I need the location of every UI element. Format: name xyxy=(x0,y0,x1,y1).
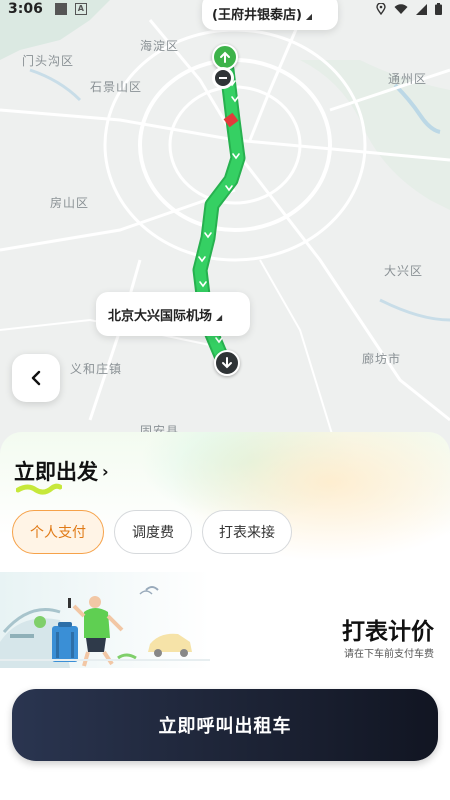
back-button[interactable] xyxy=(12,354,60,402)
current-location-icon xyxy=(212,67,234,89)
status-bar: 3:06 A xyxy=(0,0,450,18)
payment-option-dispatch-fee[interactable]: 调度费 xyxy=(114,510,192,554)
signal-icon xyxy=(416,3,427,15)
district-label: 房山区 xyxy=(50,196,90,210)
caret-icon: ◢ xyxy=(216,313,223,322)
map-view[interactable]: 门头沟区 海淀区 石景山区 通州区 房山区 大兴区 义和庄镇 廊坊市 固安县 (… xyxy=(0,0,450,470)
pricing-subtitle: 请在下车前支付车费 xyxy=(344,649,434,660)
call-taxi-button[interactable]: 立即呼叫出租车 xyxy=(12,689,438,761)
payment-option-personal[interactable]: 个人支付 xyxy=(12,510,104,554)
district-label: 门头沟区 xyxy=(22,54,75,68)
wifi-icon xyxy=(394,3,408,14)
district-label: 廊坊市 xyxy=(362,352,402,366)
district-label: 海淀区 xyxy=(140,39,180,53)
pricing-title: 打表计价 xyxy=(342,619,434,645)
destination-label: 北京大兴国际机场 xyxy=(108,309,213,324)
screenshot-icon xyxy=(54,3,67,15)
depart-time-selector[interactable]: 立即出发 › xyxy=(14,456,109,486)
a-icon: A xyxy=(74,3,87,15)
status-time: 3:06 xyxy=(8,1,43,17)
chevron-right-icon: › xyxy=(102,461,109,481)
chevron-left-icon xyxy=(31,370,41,386)
district-label: 大兴区 xyxy=(384,264,424,278)
battery-icon xyxy=(435,3,442,15)
destination-pin-icon xyxy=(214,350,240,376)
district-label: 义和庄镇 xyxy=(70,362,123,376)
district-label: 通州区 xyxy=(388,72,428,86)
traveler-illustration xyxy=(0,572,210,668)
depart-label: 立即出发 xyxy=(14,460,98,484)
destination-bubble[interactable]: 北京大兴国际机场 ◢ xyxy=(96,292,250,336)
order-panel: 立即出发 › 个人支付 调度费 打表来接 打表计价 请在下车前支付车费 立即呼叫… xyxy=(0,432,450,800)
start-pin-icon xyxy=(212,44,238,70)
district-label: 石景山区 xyxy=(90,80,143,94)
location-icon xyxy=(376,3,386,15)
payment-option-meter-pickup[interactable]: 打表来接 xyxy=(202,510,292,554)
